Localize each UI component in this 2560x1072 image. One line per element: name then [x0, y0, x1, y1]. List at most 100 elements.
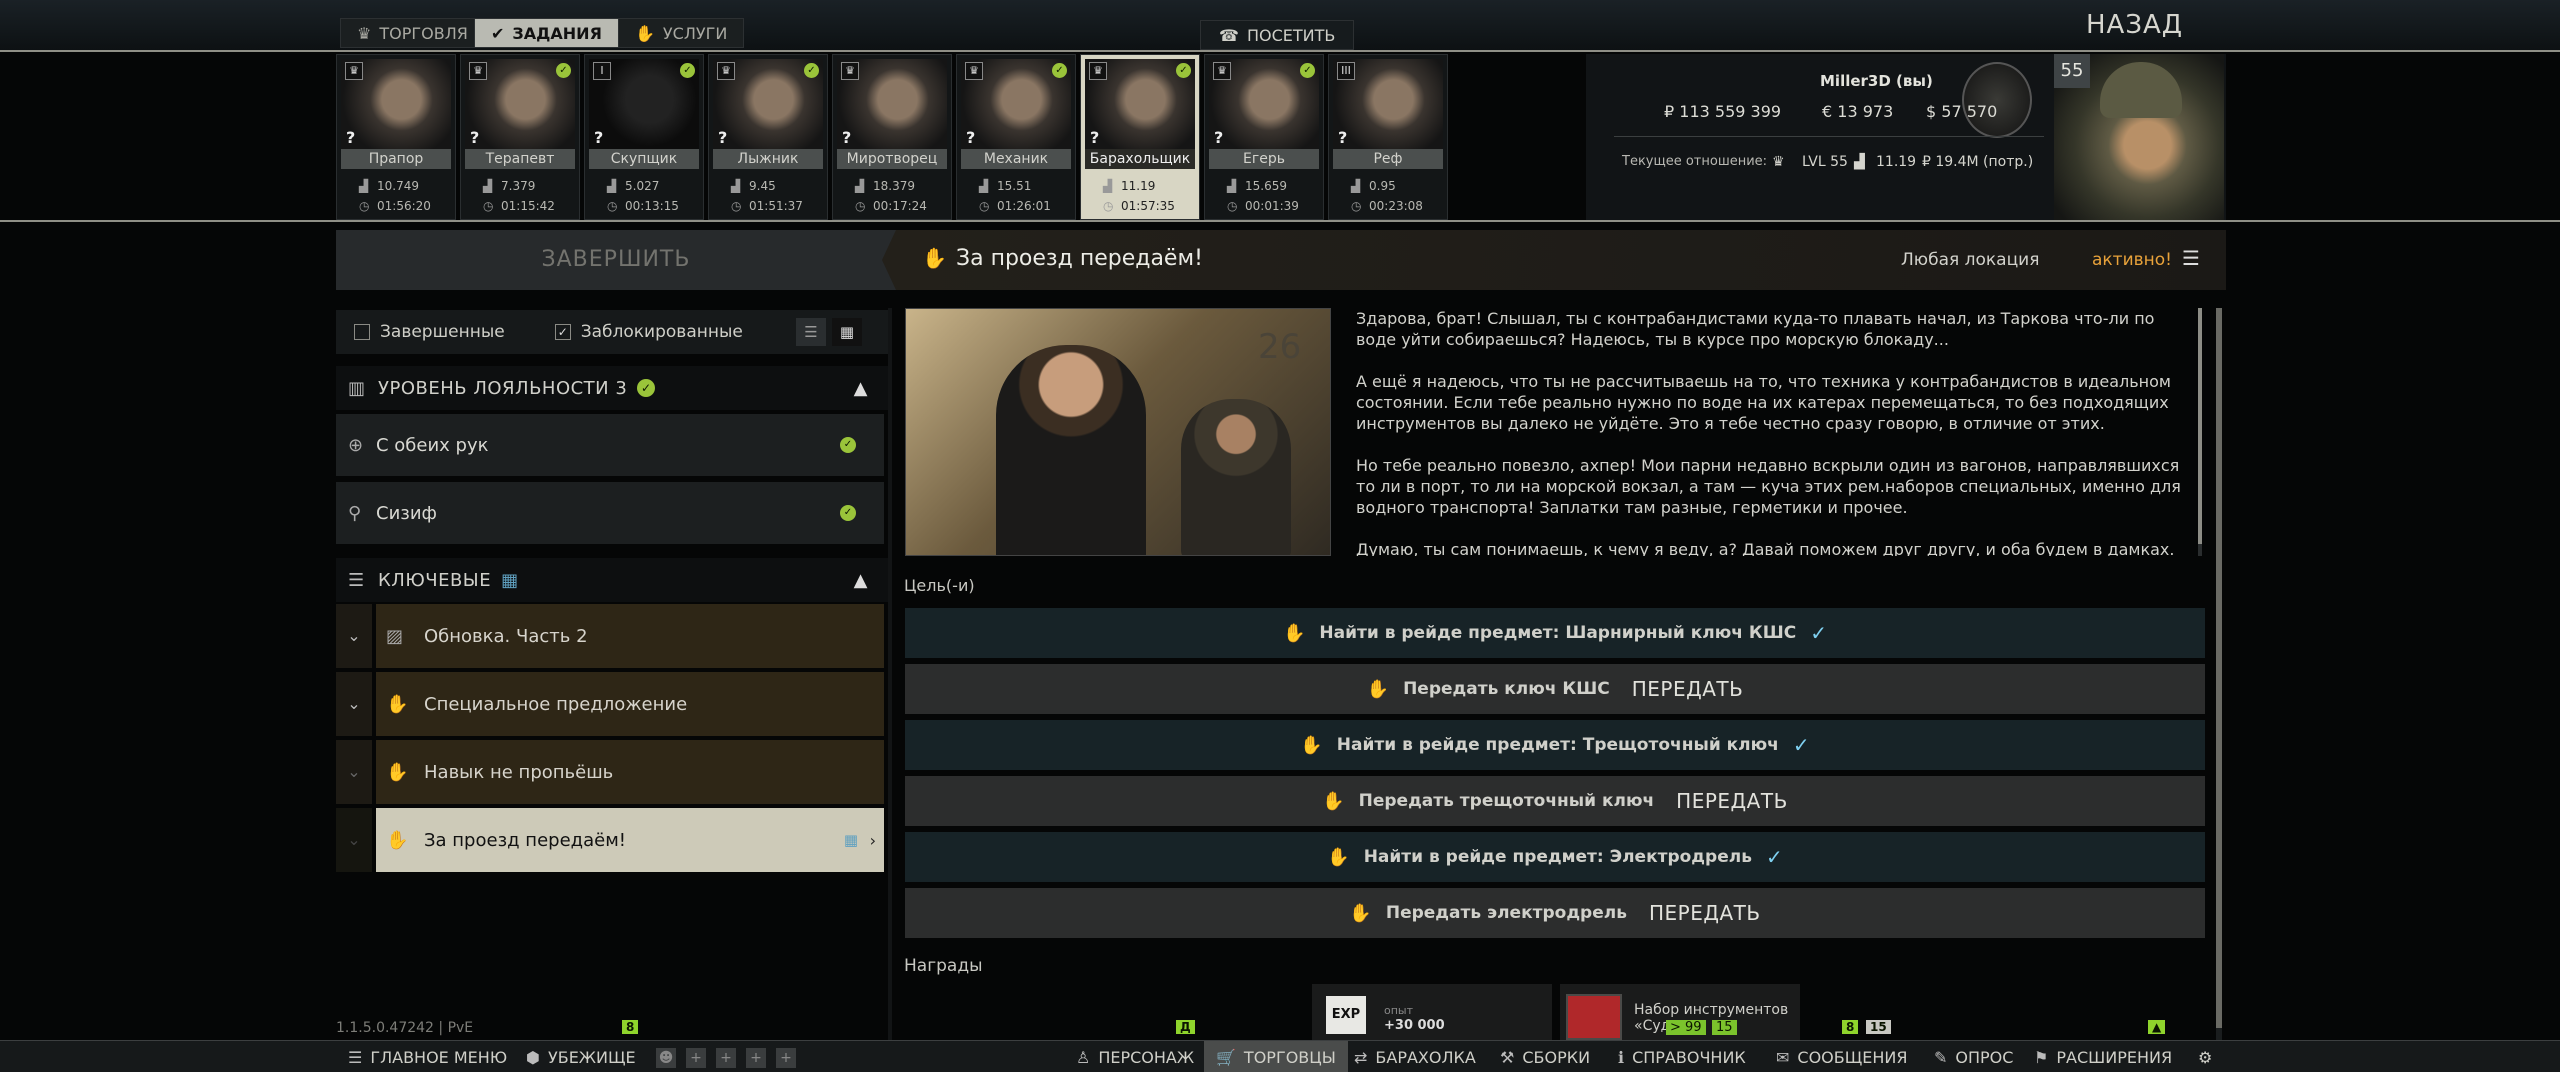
question-icon: ? [966, 128, 976, 147]
quest-item-selected[interactable]: ⌄ ✋ За проезд передаём! ▦ › [336, 808, 884, 872]
handbook-button[interactable]: ℹ СПРАВОЧНИК [1606, 1041, 1758, 1072]
warning-badge: ▲ [2148, 1020, 2166, 1034]
trader-card[interactable]: ♛ ✓? Лыжник ▟ 9.45 ◷ 01:51:37 [708, 54, 828, 220]
tab-trade[interactable]: ♛ ТОРГОВЛЯ [340, 18, 485, 48]
character-button[interactable]: ♙ ПЕРСОНАЖ [1064, 1041, 1206, 1072]
extensions-button[interactable]: ⚑ РАСШИРЕНИЯ [2022, 1041, 2184, 1072]
quick-slot[interactable]: + [686, 1048, 706, 1068]
divider [1614, 136, 2044, 137]
quick-slot[interactable]: + [776, 1048, 796, 1068]
description-paragraph: Думаю, ты сам понимаешь, к чему я веду, … [1356, 540, 2175, 556]
handover-button[interactable]: ПЕРЕДАТЬ [1632, 677, 1744, 701]
blocked-checkbox[interactable]: ✓ [554, 324, 571, 340]
trader-portrait: ♛ ✓? [1209, 59, 1319, 149]
key-quests-section-header[interactable]: ☰ КЛЮЧЕВЫЕ ▦ ▲ [336, 558, 888, 602]
trader-card[interactable]: ♛ ✓? Егерь ▟ 15.659 ◷ 00:01:39 [1204, 54, 1324, 220]
chevron-down-icon[interactable]: ⌄ [336, 604, 372, 668]
objectives-label: Цель(-и) [904, 576, 975, 595]
standing-icon: ▟ [731, 179, 741, 193]
chevron-down-icon[interactable]: ⌄ [336, 808, 372, 872]
quick-slot[interactable]: + [716, 1048, 736, 1068]
hand-icon: ✋ [386, 693, 409, 715]
trader-card[interactable]: III? Реф ▟ 0.95 ◷ 00:23:08 [1328, 54, 1448, 220]
list-item[interactable]: ⚲ Сизиф ✓ [336, 482, 884, 544]
quest-item[interactable]: ⌄ ✋ Навык не пропьёшь [336, 740, 884, 804]
version-label: 1.1.5.0.47242 | PvE [336, 1020, 474, 1036]
clock-icon: ◷ [359, 199, 370, 213]
list-item[interactable]: ⊕ С обеих рук ✓ [336, 414, 884, 476]
description-paragraph: Но тебе реально повезло, ахпер! Мои парн… [1356, 456, 2181, 517]
clock-icon: ◷ [607, 199, 618, 213]
question-icon: ? [594, 128, 604, 147]
traders-button[interactable]: 🛒 ТОРГОВЦЫ [1204, 1041, 1348, 1072]
settings-icon[interactable]: ⚙ [2186, 1041, 2224, 1072]
question-icon: ? [470, 128, 480, 147]
chevron-down-icon[interactable]: ⌄ [336, 740, 372, 804]
trader-standing: 0.95 [1369, 179, 1396, 193]
notification-badge: Д [1176, 1020, 1195, 1034]
builds-button[interactable]: ⚒ СБОРКИ [1488, 1041, 1602, 1072]
handover-button[interactable]: ПЕРЕДАТЬ [1649, 901, 1761, 925]
loyalty-section-header[interactable]: ▥ УРОВЕНЬ ЛОЯЛЬНОСТИ 3 ✓ ▲ [336, 366, 888, 410]
quest-illustration: 26 [905, 308, 1331, 556]
tab-services[interactable]: ✋ УСЛУГИ [618, 18, 745, 48]
crown-icon: ♛ [841, 62, 859, 80]
quest-item[interactable]: ⌄ ▨ Обновка. Часть 2 [336, 604, 884, 668]
quick-slot[interactable]: ☻ [656, 1048, 676, 1068]
chevron-up-icon[interactable]: ▲ [854, 378, 868, 399]
chevron-up-icon[interactable]: ▲ [854, 570, 868, 591]
trader-portrait: III? [1333, 59, 1443, 149]
trader-card[interactable]: ♛ ✓? Терапевт ▟ 7.379 ◷ 01:15:42 [460, 54, 580, 220]
quick-slot[interactable]: + [746, 1048, 766, 1068]
trader-name: Реф [1333, 149, 1443, 169]
faction-emblem-icon [1962, 62, 2032, 138]
main-scrollbar[interactable] [2216, 308, 2222, 1040]
check-icon: ✓ [680, 63, 695, 78]
trader-card[interactable]: ♛? Прапор ▟ 10.749 ◷ 01:56:20 [336, 54, 456, 220]
standing-icon: ▟ [607, 179, 617, 193]
quest-item[interactable]: ⌄ ✋ Специальное предложение [336, 672, 884, 736]
rank-icon: III [1337, 62, 1355, 80]
main-menu-button[interactable]: ☰ ГЛАВНОЕ МЕНЮ [336, 1041, 519, 1072]
message-icon: ✉ [1776, 1047, 1790, 1067]
check-icon: ✓ [1052, 63, 1067, 78]
survey-button[interactable]: ✎ ОПРОС [1922, 1041, 2025, 1072]
trader-card-selected[interactable]: ♛ ✓? Барахольщик ▟ 11.19 ◷ 01:57:35 [1080, 54, 1200, 220]
info-icon: ℹ [1618, 1047, 1625, 1067]
chevron-right-icon: › [869, 830, 876, 850]
loyalty-level: LVL 55 [1802, 154, 1848, 170]
standing-icon: ▟ [979, 179, 989, 193]
completed-checkbox[interactable] [354, 324, 370, 340]
chevron-down-icon[interactable]: ⌄ [336, 672, 372, 736]
cart-icon: 🛒 [1216, 1047, 1236, 1067]
hand-icon: ✋ [1300, 734, 1323, 756]
visit-button[interactable]: ☎ ПОСЕТИТЬ [1200, 20, 1355, 50]
trader-card[interactable]: I ✓? Скупщик ▟ 5.027 ◷ 00:13:15 [584, 54, 704, 220]
list-view-icon[interactable]: ☰ [796, 318, 826, 346]
objective-row: ✋ Передать трещоточный ключ ПЕРЕДАТЬ [905, 776, 2205, 826]
tab-tasks[interactable]: ✔ ЗАДАНИЯ [474, 18, 619, 48]
description-paragraph: Здарова, брат! Слышал, ты с контрабандис… [1356, 309, 2155, 349]
back-button[interactable]: НАЗАД [2086, 10, 2183, 40]
standing-icon: ▟ [1227, 179, 1237, 193]
trader-card[interactable]: ♛ ✓? Механик ▟ 15.51 ◷ 01:26:01 [956, 54, 1076, 220]
messages-button[interactable]: ✉ СООБЩЕНИЯ [1764, 1041, 1919, 1072]
menu-icon[interactable]: ☰ [2182, 246, 2200, 270]
hand-icon: ✋ [1327, 846, 1350, 868]
reward-label: опыт [1384, 1004, 1414, 1017]
flea-market-button[interactable]: ⇄ БАРАХОЛКА [1342, 1041, 1488, 1072]
trader-card[interactable]: ♛? Миротворец ▟ 18.379 ◷ 00:17:24 [832, 54, 952, 220]
dollars-balance: $ 57 570 [1926, 102, 1998, 121]
trader-restock-timer: 00:23:08 [1369, 199, 1423, 213]
handover-button[interactable]: ПЕРЕДАТЬ [1676, 789, 1788, 813]
complete-quest-button[interactable]: ЗАВЕРШИТЬ [336, 230, 896, 290]
hideout-button[interactable]: ⬢ УБЕЖИЩЕ [514, 1041, 648, 1072]
quest-location: Любая локация [1901, 250, 2040, 270]
description-scrollbar[interactable] [2198, 308, 2202, 556]
menu-icon: ☰ [348, 1047, 363, 1067]
question-icon: ? [1090, 128, 1100, 147]
divider [0, 220, 2560, 222]
notification-badge: 8 [622, 1020, 639, 1034]
reward-item[interactable]: Набор инструментов «Суд > 99 15 [1560, 984, 1800, 1040]
grid-view-icon[interactable]: ▦ [832, 318, 862, 346]
